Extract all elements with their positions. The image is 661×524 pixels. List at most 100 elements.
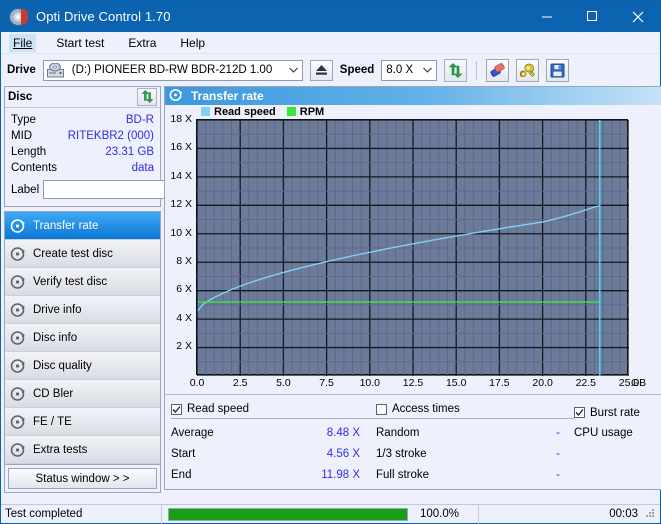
- chart-y-tick-label: 8 X: [176, 255, 192, 267]
- sidebar-item-transfer-rate[interactable]: Transfer rate: [5, 212, 160, 240]
- application-window: Opti Drive Control 1.70 File Start test …: [0, 0, 661, 524]
- menu-extra-label: Extra: [128, 36, 156, 50]
- disc-row-length-value: 23.31 GB: [105, 146, 154, 158]
- disc-test-icon: [10, 358, 26, 374]
- sidebar-item-label: CD Bler: [33, 388, 73, 400]
- start-key: Start: [171, 448, 291, 460]
- disc-row-mid: MID RITEKBR2 (000): [11, 128, 154, 144]
- read-speed-header-spacer: [291, 406, 376, 419]
- random-value: -: [494, 427, 574, 439]
- window-controls: [525, 1, 660, 32]
- sidebar-item-label: Extra tests: [33, 444, 87, 456]
- chart-y-tick-label: 18 X: [170, 113, 192, 125]
- main-content: Disc Type BD-R: [1, 86, 660, 490]
- disc-test-icon: [10, 442, 26, 458]
- access-times-header-spacer: [494, 406, 574, 419]
- burst-rate-checkbox[interactable]: [574, 407, 585, 418]
- sidebar-item-label: Disc info: [33, 332, 77, 344]
- chart-plot-area: [196, 119, 628, 375]
- chart-x-tick-label: 22.5: [576, 377, 596, 389]
- disc-icon: [9, 8, 27, 26]
- read-speed-checkbox-group[interactable]: Read speed: [171, 400, 291, 419]
- menu-help-label: Help: [180, 36, 205, 50]
- drive-label: Drive: [7, 64, 36, 76]
- disc-row-contents-value: data: [132, 162, 154, 174]
- menu-help[interactable]: Help: [176, 34, 209, 52]
- maximize-button[interactable]: [570, 1, 615, 32]
- disc-row-contents: Contents data: [11, 160, 154, 176]
- legend-swatch-rpm: [287, 107, 296, 116]
- speed-select[interactable]: 8.0 X: [381, 60, 437, 81]
- disc-row-type-key: Type: [11, 114, 36, 126]
- sidebar-item-disc-quality[interactable]: Disc quality: [5, 352, 160, 380]
- cpu-usage-key: CPU usage: [574, 427, 661, 439]
- chart-y-tick-label: 6 X: [176, 283, 192, 295]
- speed-label: Speed: [340, 64, 375, 76]
- close-button[interactable]: [615, 1, 660, 32]
- minimize-button[interactable]: [525, 1, 570, 32]
- sidebar-item-create-test-disc[interactable]: Create test disc: [5, 240, 160, 268]
- chart-x-unit: GB: [631, 377, 646, 389]
- menu-file[interactable]: File: [9, 34, 36, 52]
- title-bar: Opti Drive Control 1.70: [1, 1, 660, 32]
- status-window-wrap: Status window > >: [5, 464, 160, 492]
- refresh-button[interactable]: [444, 59, 467, 82]
- access-times-checkbox[interactable]: [376, 404, 387, 415]
- chart-y-tick-label: 4 X: [176, 312, 192, 324]
- speed-value: 8.0 X: [382, 64, 413, 76]
- resize-grip[interactable]: [644, 507, 658, 521]
- panel-header: Transfer rate: [165, 87, 661, 105]
- disc-test-icon: [10, 386, 26, 402]
- sidebar-item-verify-test-disc[interactable]: Verify test disc: [5, 268, 160, 296]
- sidebar-item-label: FE / TE: [33, 416, 72, 428]
- sidebar-item-label: Create test disc: [33, 248, 113, 260]
- disc-row-type-value: BD-R: [126, 114, 154, 126]
- sidebar-item-fe-te[interactable]: FE / TE: [5, 408, 160, 436]
- chart: Read speed RPM 2 X4 X6 X8 X10 X12 X14 X1…: [165, 105, 661, 394]
- sidebar-item-extra-tests[interactable]: Extra tests: [5, 436, 160, 464]
- disc-test-icon: [10, 274, 26, 290]
- menu-extra[interactable]: Extra: [124, 34, 160, 52]
- sidebar-nav: Transfer rate Create test disc Verify te…: [4, 211, 161, 493]
- menu-file-label: File: [13, 36, 32, 50]
- disc-row-length: Length 23.31 GB: [11, 144, 154, 160]
- drive-select[interactable]: (D:) PIONEER BD-RW BDR-212D 1.00: [43, 60, 303, 81]
- chart-x-tick-label: 20.0: [532, 377, 552, 389]
- transfer-rate-panel: Transfer rate Read speed RPM 2 X4 X6 X8 …: [164, 86, 661, 490]
- third-stroke-value: -: [494, 448, 574, 460]
- results-row-end: End 11.98 X Full stroke - Start part: [171, 464, 661, 485]
- results-header-row: Read speed Access times Burst rate: [171, 400, 661, 422]
- menu-start-test-label: Start test: [56, 36, 104, 50]
- tools-button[interactable]: [516, 59, 539, 82]
- erase-button[interactable]: [486, 59, 509, 82]
- chart-y-tick-label: 10 X: [170, 227, 192, 239]
- chart-x-tick-label: 2.5: [233, 377, 248, 389]
- sidebar-item-drive-info[interactable]: Drive info: [5, 296, 160, 324]
- disc-row-type: Type BD-R: [11, 112, 154, 128]
- sidebar-item-cd-bler[interactable]: CD Bler: [5, 380, 160, 408]
- legend-label-rpm: RPM: [300, 106, 324, 118]
- access-times-checkbox-group[interactable]: Access times: [376, 400, 494, 419]
- sidebar-item-disc-info[interactable]: Disc info: [5, 324, 160, 352]
- status-divider-2: [478, 505, 479, 524]
- random-key: Random: [376, 427, 494, 439]
- drive-value: (D:) PIONEER BD-RW BDR-212D 1.00: [68, 64, 272, 76]
- status-divider: [161, 505, 162, 524]
- menu-start-test[interactable]: Start test: [52, 34, 108, 52]
- read-speed-checkbox[interactable]: [171, 404, 182, 415]
- burst-rate-checkbox-group[interactable]: Burst rate: [574, 403, 661, 422]
- save-button[interactable]: [546, 59, 569, 82]
- disc-test-icon: [169, 88, 185, 104]
- read-speed-checkbox-label: Read speed: [187, 403, 249, 415]
- chart-x-tick-label: 17.5: [489, 377, 509, 389]
- disc-refresh-button[interactable]: [137, 88, 157, 107]
- full-stroke-value: -: [494, 469, 574, 481]
- status-window-button[interactable]: Status window > >: [8, 468, 157, 489]
- results-row-start: Start 4.56 X 1/3 stroke - Start full: [171, 443, 661, 464]
- average-value: 8.48 X: [291, 427, 376, 439]
- disc-test-icon: [10, 414, 26, 430]
- disc-row-length-key: Length: [11, 146, 46, 158]
- left-sidebar: Disc Type BD-R: [4, 86, 161, 490]
- eject-button[interactable]: [310, 60, 333, 81]
- end-value: 11.98 X: [291, 469, 376, 481]
